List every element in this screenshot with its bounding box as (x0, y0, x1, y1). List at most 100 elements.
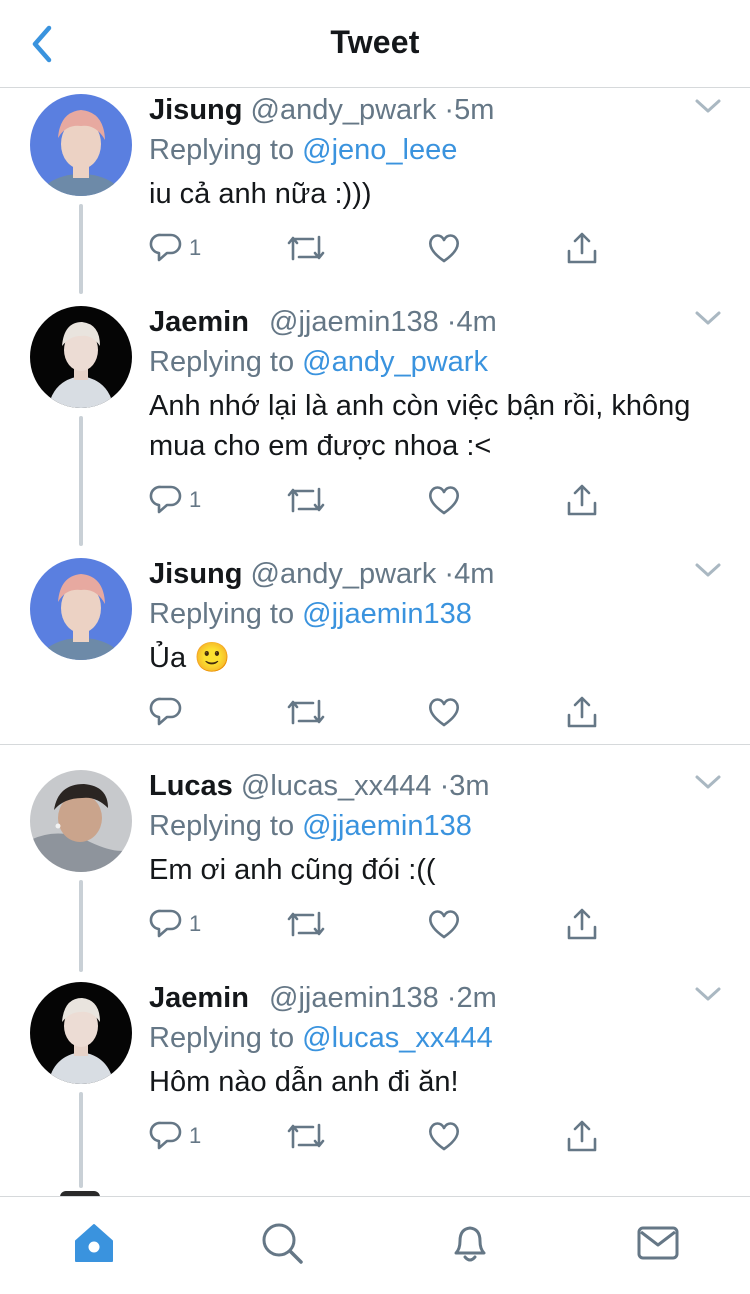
tweet-menu-button[interactable] (692, 306, 724, 330)
retweet-button[interactable] (287, 480, 325, 520)
replying-to: Replying to @jjaemin138 (149, 596, 472, 632)
author-handle[interactable]: @andy_pwark (251, 558, 437, 590)
author-name[interactable]: Jisung (149, 94, 242, 126)
author-name[interactable]: Jaemin (149, 982, 249, 1014)
like-button[interactable] (427, 228, 461, 268)
chevron-down-icon (695, 775, 721, 789)
reply-button[interactable]: 1 (149, 228, 201, 268)
share-button[interactable] (565, 228, 599, 268)
share-button[interactable] (565, 904, 599, 944)
retweet-button[interactable] (287, 904, 325, 944)
tweet-item[interactable]: Jisung @andy_pwark ·4m Replying to @jjae… (0, 556, 750, 736)
like-button[interactable] (427, 480, 461, 520)
retweet-icon (287, 1123, 325, 1149)
jisung-avatar-icon (30, 558, 132, 660)
timestamp: 4m (454, 558, 495, 590)
reply-icon (149, 233, 182, 262)
chevron-down-icon (695, 99, 721, 113)
author-name[interactable]: Lucas (149, 770, 233, 802)
retweet-button[interactable] (287, 1116, 325, 1156)
timestamp: 4m (456, 306, 497, 338)
author-handle[interactable]: @jjaemin138 (269, 306, 439, 338)
tab-search[interactable] (258, 1219, 306, 1267)
avatar[interactable] (30, 94, 132, 196)
bell-icon (454, 1226, 486, 1262)
tweet-header: Jisung @andy_pwark ·5m (149, 92, 494, 128)
lucas-avatar-icon (30, 770, 132, 872)
separator-dot: · (446, 982, 457, 1014)
tweet-menu-button[interactable] (692, 982, 724, 1006)
reply-icon (149, 1121, 182, 1150)
mention-link[interactable]: @jeno_leee (302, 134, 457, 166)
tab-messages[interactable] (634, 1219, 682, 1267)
reply-count: 1 (189, 487, 202, 512)
tweet-item[interactable]: Jaemin @jjaemin138 ·2m Replying to @luca… (0, 980, 750, 1180)
mention-link[interactable]: @lucas_xx444 (302, 1022, 493, 1054)
retweet-button[interactable] (287, 692, 325, 732)
like-button[interactable] (427, 904, 461, 944)
author-name[interactable]: Jaemin (149, 306, 249, 338)
tweet-actions: 1 (149, 904, 619, 944)
mention-link[interactable]: @andy_pwark (302, 346, 488, 378)
author-name[interactable]: Jisung (149, 558, 242, 590)
like-button[interactable] (427, 692, 461, 732)
avatar[interactable] (30, 558, 132, 660)
reply-button[interactable]: 1 (149, 1116, 201, 1156)
share-button[interactable] (565, 480, 599, 520)
mention-link[interactable]: @jjaemin138 (302, 810, 472, 842)
reply-icon (149, 485, 182, 514)
timestamp: 5m (454, 94, 495, 126)
reply-button[interactable]: 1 (149, 480, 201, 520)
tab-home[interactable] (70, 1219, 118, 1267)
avatar[interactable] (30, 770, 132, 872)
tweet-text: iu cả anh nữa :))) (149, 178, 372, 210)
jisung-avatar-icon (30, 94, 132, 196)
share-button[interactable] (565, 1116, 599, 1156)
heart-icon (429, 486, 459, 515)
jaemin-avatar-icon (30, 306, 132, 408)
retweet-icon (287, 699, 325, 725)
tweet-text: Em ơi anh cũng đói :(( (149, 854, 436, 886)
avatar[interactable] (30, 982, 132, 1084)
share-icon (567, 484, 597, 516)
tweet-item[interactable]: Jisung @andy_pwark ·5m Replying to @jeno… (0, 92, 750, 292)
share-icon (567, 1120, 597, 1152)
reply-button[interactable] (149, 692, 189, 732)
replying-to: Replying to @andy_pwark (149, 344, 488, 380)
timestamp: 2m (456, 982, 497, 1014)
author-handle[interactable]: @andy_pwark (251, 94, 437, 126)
tweet-menu-button[interactable] (692, 558, 724, 582)
tweet-menu-button[interactable] (692, 94, 724, 118)
tweet-header: Jisung @andy_pwark ·4m (149, 556, 494, 592)
tab-notifications[interactable] (446, 1219, 494, 1267)
retweet-icon (287, 235, 325, 261)
reply-button[interactable]: 1 (149, 904, 201, 944)
chevron-down-icon (695, 987, 721, 1001)
avatar[interactable] (30, 306, 132, 408)
tweet-item[interactable]: Lucas @lucas_xx444 ·3m Replying to @jjae… (0, 768, 750, 968)
like-button[interactable] (427, 1116, 461, 1156)
tweet-menu-button[interactable] (692, 770, 724, 794)
heart-icon (429, 698, 459, 727)
reply-count: 1 (189, 911, 202, 936)
tweet-item[interactable]: Jaemin @jjaemin138 ·4m Replying to @andy… (0, 304, 750, 540)
replying-label: Replying to (149, 598, 295, 630)
mention-link[interactable]: @jjaemin138 (302, 598, 472, 630)
mail-icon (637, 1226, 679, 1260)
tweet-header: Jaemin @jjaemin138 ·4m (149, 304, 497, 340)
author-handle[interactable]: @jjaemin138 (269, 982, 439, 1014)
share-button[interactable] (565, 692, 599, 732)
tweet-actions: 1 (149, 480, 619, 520)
tweet-actions (149, 692, 619, 732)
retweet-icon (287, 487, 325, 513)
tweet-actions: 1 (149, 228, 619, 268)
heart-icon (429, 910, 459, 939)
author-handle[interactable]: @lucas_xx444 (241, 770, 432, 802)
share-icon (567, 232, 597, 264)
section-divider (0, 744, 750, 745)
replying-to: Replying to @jeno_leee (149, 132, 457, 168)
tweet-header: Lucas @lucas_xx444 ·3m (149, 768, 490, 804)
reply-icon (149, 909, 182, 938)
separator-dot: · (444, 558, 455, 590)
retweet-button[interactable] (287, 228, 325, 268)
